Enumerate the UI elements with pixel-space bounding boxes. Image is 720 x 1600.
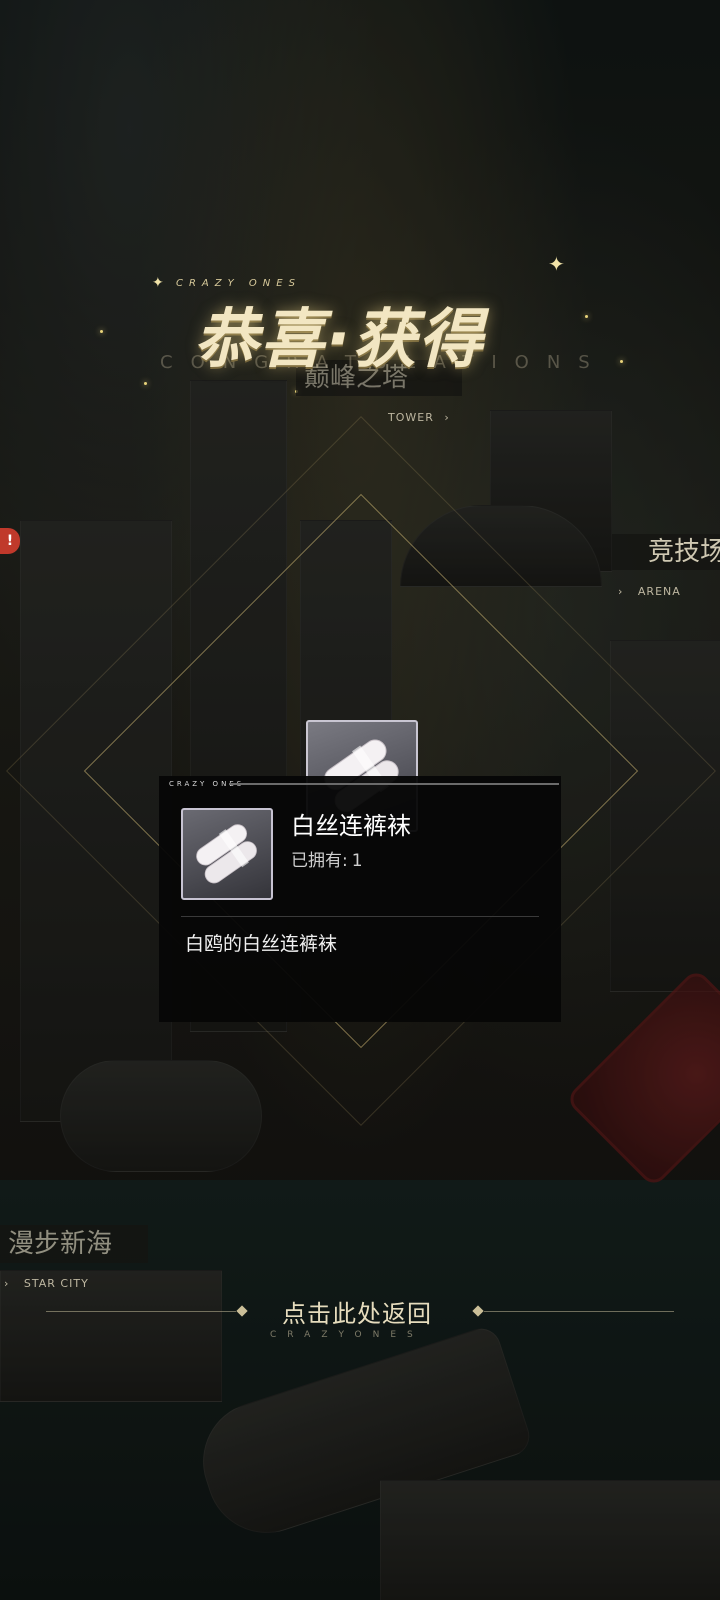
return-line-left: [46, 1311, 236, 1312]
return-label: 点击此处返回: [282, 1300, 432, 1328]
return-line-right: [484, 1311, 674, 1312]
chevron-right-icon: ›: [444, 411, 450, 424]
map-label-star-city-sub: › STAR CITY: [4, 1277, 89, 1290]
owned-label: 已拥有:: [291, 851, 348, 871]
map-label-tower-sub: TOWER ›: [388, 411, 450, 424]
map-label-arena-name: 竞技场: [648, 537, 720, 567]
owned-count: 1: [351, 851, 363, 871]
owned-count-row: 已拥有: 1: [291, 846, 363, 871]
sparkle-star-icon: ✦: [152, 275, 164, 291]
card-divider: [181, 916, 539, 917]
congrats-title: 恭喜·获得: [194, 303, 485, 377]
return-button[interactable]: 点击此处返回 CRAZYONES: [0, 1290, 720, 1350]
chevron-right-icon: ›: [618, 585, 624, 598]
star-city-sub-text: STAR CITY: [23, 1277, 89, 1290]
return-sub-label: CRAZYONES: [270, 1330, 424, 1340]
item-name: 白丝连裤袜: [291, 812, 411, 840]
item-description: 白鸥的白丝连裤袜: [185, 933, 338, 955]
chevron-right-icon: ›: [4, 1277, 10, 1290]
diamond-dot-icon: [472, 1305, 484, 1317]
congrats-header: ✦ CRAZY ONES CONGRATULATIONS 恭喜·获得: [0, 270, 720, 390]
tower-sub-text: TOWER: [388, 411, 434, 424]
map-label-arena[interactable]: 竞技场: [612, 534, 720, 570]
map-label-star-city[interactable]: 漫步新海: [0, 1225, 148, 1263]
card-header-bar: [229, 783, 559, 785]
white-pantyhose-item-icon: [196, 824, 257, 884]
map-label-arena-sub: › ARENA: [618, 585, 681, 598]
diamond-dot-icon: [236, 1305, 248, 1317]
item-thumbnail: [181, 808, 273, 900]
notification-badge-text: !: [6, 533, 14, 549]
reward-card[interactable]: CRAZY ONES 白丝连裤袜 已拥有: 1 白鸥的白丝连裤袜: [159, 776, 561, 1022]
arena-sub-text: ARENA: [637, 585, 681, 598]
map-label-star-city-name: 漫步新海: [8, 1229, 113, 1259]
